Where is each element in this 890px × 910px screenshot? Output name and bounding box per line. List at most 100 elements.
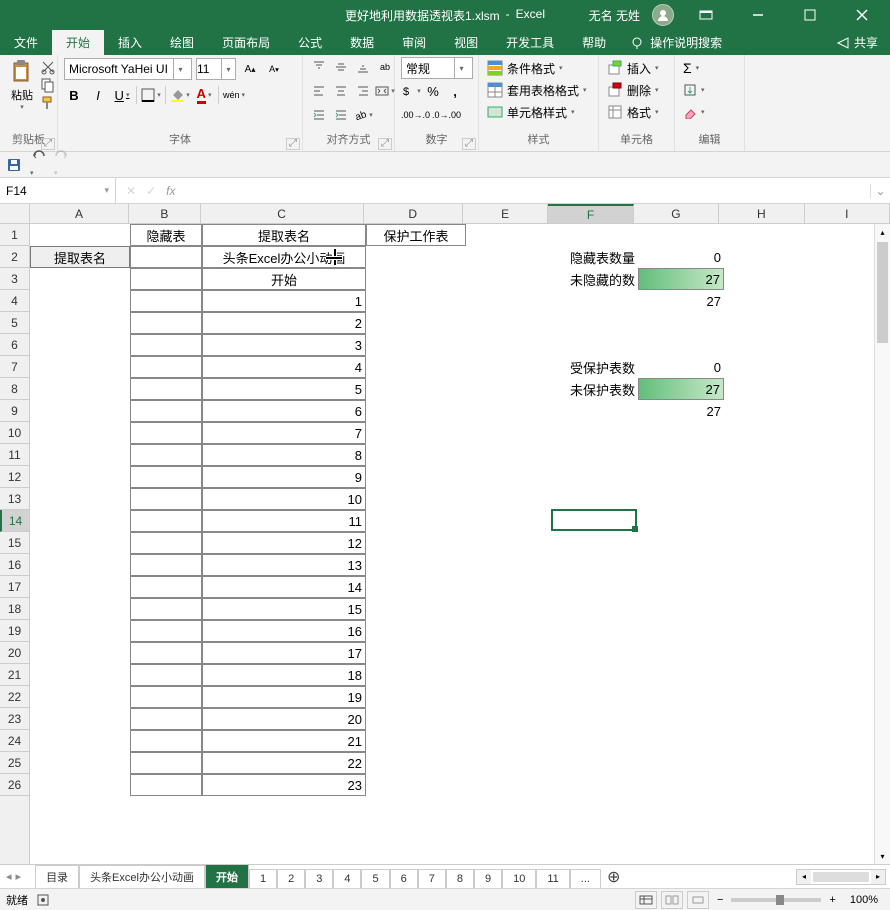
row-header-15[interactable]: 15 (0, 532, 29, 554)
sheet-tab[interactable]: ... (570, 869, 601, 888)
align-top-button[interactable] (309, 57, 329, 77)
column-header-D[interactable]: D (364, 204, 463, 223)
accounting-format-button[interactable]: $ (401, 81, 421, 101)
normal-view-button[interactable] (635, 891, 657, 909)
column-header-A[interactable]: A (30, 204, 129, 223)
row-header-7[interactable]: 7 (0, 356, 29, 378)
increase-indent-button[interactable] (331, 105, 351, 125)
sheet-tab[interactable]: 3 (305, 869, 333, 888)
minimize-button[interactable] (738, 0, 778, 30)
zoom-in-button[interactable]: + (825, 894, 839, 906)
copy-button[interactable] (40, 77, 56, 93)
fx-button[interactable]: fx (166, 184, 175, 198)
align-center-button[interactable] (331, 81, 351, 101)
align-right-button[interactable] (353, 81, 373, 101)
tab-file[interactable]: 文件 (0, 30, 52, 55)
paste-button[interactable]: 粘贴 ▾ (6, 57, 38, 127)
increase-decimal-button[interactable]: .00→.0 (401, 105, 430, 125)
sheet-tab[interactable]: 目录 (35, 865, 79, 888)
vertical-scrollbar[interactable]: ▴ ▾ (874, 224, 890, 864)
row-header-23[interactable]: 23 (0, 708, 29, 730)
row-header-10[interactable]: 10 (0, 422, 29, 444)
tab-insert[interactable]: 插入 (104, 30, 156, 55)
conditional-format-button[interactable]: 条件格式▾ (485, 57, 592, 79)
increase-font-button[interactable]: A▴ (240, 59, 260, 79)
sheet-tab[interactable]: 10 (502, 869, 536, 888)
insert-cells-button[interactable]: 插入▾ (605, 57, 668, 79)
row-header-21[interactable]: 21 (0, 664, 29, 686)
share-button[interactable]: 共享 (824, 30, 890, 55)
row-header-3[interactable]: 3 (0, 268, 29, 290)
sheet-tab[interactable]: 4 (333, 869, 361, 888)
fill-button[interactable]: ▾ (681, 79, 738, 101)
cell-styles-button[interactable]: 单元格样式▾ (485, 101, 592, 123)
row-header-13[interactable]: 13 (0, 488, 29, 510)
row-header-14[interactable]: 14 (0, 510, 29, 532)
cancel-formula-button[interactable]: ✕ (126, 184, 136, 198)
sheet-tab[interactable]: 1 (249, 869, 277, 888)
undo-button[interactable]: ▾ (30, 150, 46, 180)
sheet-tab[interactable]: 2 (277, 869, 305, 888)
alignment-launcher[interactable]: ⤢ (378, 138, 392, 150)
sheet-tab[interactable]: 7 (418, 869, 446, 888)
ribbon-display-options[interactable] (686, 0, 726, 30)
enter-formula-button[interactable]: ✓ (146, 184, 156, 198)
page-break-view-button[interactable] (687, 891, 709, 909)
phonetic-button[interactable]: wén (223, 85, 245, 105)
decrease-font-button[interactable]: A▾ (264, 59, 284, 79)
tab-view[interactable]: 视图 (440, 30, 492, 55)
redo-button[interactable]: ▾ (54, 150, 70, 180)
align-middle-button[interactable] (331, 57, 351, 77)
decrease-indent-button[interactable] (309, 105, 329, 125)
align-bottom-button[interactable] (353, 57, 373, 77)
row-header-25[interactable]: 25 (0, 752, 29, 774)
user-avatar-icon[interactable] (652, 4, 674, 26)
tab-formula[interactable]: 公式 (284, 30, 336, 55)
tab-data[interactable]: 数据 (336, 30, 388, 55)
row-header-12[interactable]: 12 (0, 466, 29, 488)
tab-help[interactable]: 帮助 (568, 30, 620, 55)
extract-names-button[interactable]: 提取表名 (30, 246, 130, 268)
format-as-table-button[interactable]: 套用表格格式▾ (485, 79, 592, 101)
row-header-1[interactable]: 1 (0, 224, 29, 246)
tell-me-search[interactable]: 操作说明搜索 (620, 34, 732, 55)
row-header-11[interactable]: 11 (0, 444, 29, 466)
column-header-E[interactable]: E (463, 204, 548, 223)
font-color-button[interactable]: A (194, 85, 214, 105)
sheet-tab[interactable]: 6 (390, 869, 418, 888)
autosum-button[interactable]: Σ▾ (681, 57, 738, 79)
tab-draw[interactable]: 绘图 (156, 30, 208, 55)
orientation-button[interactable]: ab (353, 105, 373, 125)
zoom-level[interactable]: 100% (844, 894, 884, 906)
formula-expand-button[interactable]: ⌄ (870, 184, 890, 198)
row-header-18[interactable]: 18 (0, 598, 29, 620)
close-button[interactable] (842, 0, 882, 30)
number-format-combo[interactable]: 常规▾ (401, 57, 473, 79)
merge-button[interactable] (375, 81, 395, 101)
border-button[interactable] (141, 85, 161, 105)
sheet-tab[interactable]: 9 (474, 869, 502, 888)
row-header-16[interactable]: 16 (0, 554, 29, 576)
format-painter-button[interactable] (40, 95, 56, 111)
maximize-button[interactable] (790, 0, 830, 30)
font-size-combo[interactable]: 11▾ (196, 58, 236, 80)
sheet-nav-next[interactable]: ▸ (16, 870, 22, 883)
clipboard-launcher[interactable]: ⤢ (41, 138, 55, 150)
column-header-G[interactable]: G (634, 204, 719, 223)
column-header-B[interactable]: B (129, 204, 201, 223)
column-header-H[interactable]: H (719, 204, 804, 223)
underline-button[interactable]: U (112, 85, 132, 105)
save-button[interactable] (6, 157, 22, 173)
wrap-text-button[interactable]: ab (375, 57, 395, 77)
format-cells-button[interactable]: 格式▾ (605, 101, 668, 123)
tab-page-layout[interactable]: 页面布局 (208, 30, 284, 55)
tab-developer[interactable]: 开发工具 (492, 30, 568, 55)
sheet-tab[interactable]: 开始 (205, 865, 249, 888)
fill-color-button[interactable] (170, 85, 190, 105)
tab-home[interactable]: 开始 (52, 30, 104, 55)
column-header-F[interactable]: F (548, 204, 633, 223)
column-header-I[interactable]: I (805, 204, 890, 223)
row-header-8[interactable]: 8 (0, 378, 29, 400)
italic-button[interactable]: I (88, 85, 108, 105)
row-header-19[interactable]: 19 (0, 620, 29, 642)
